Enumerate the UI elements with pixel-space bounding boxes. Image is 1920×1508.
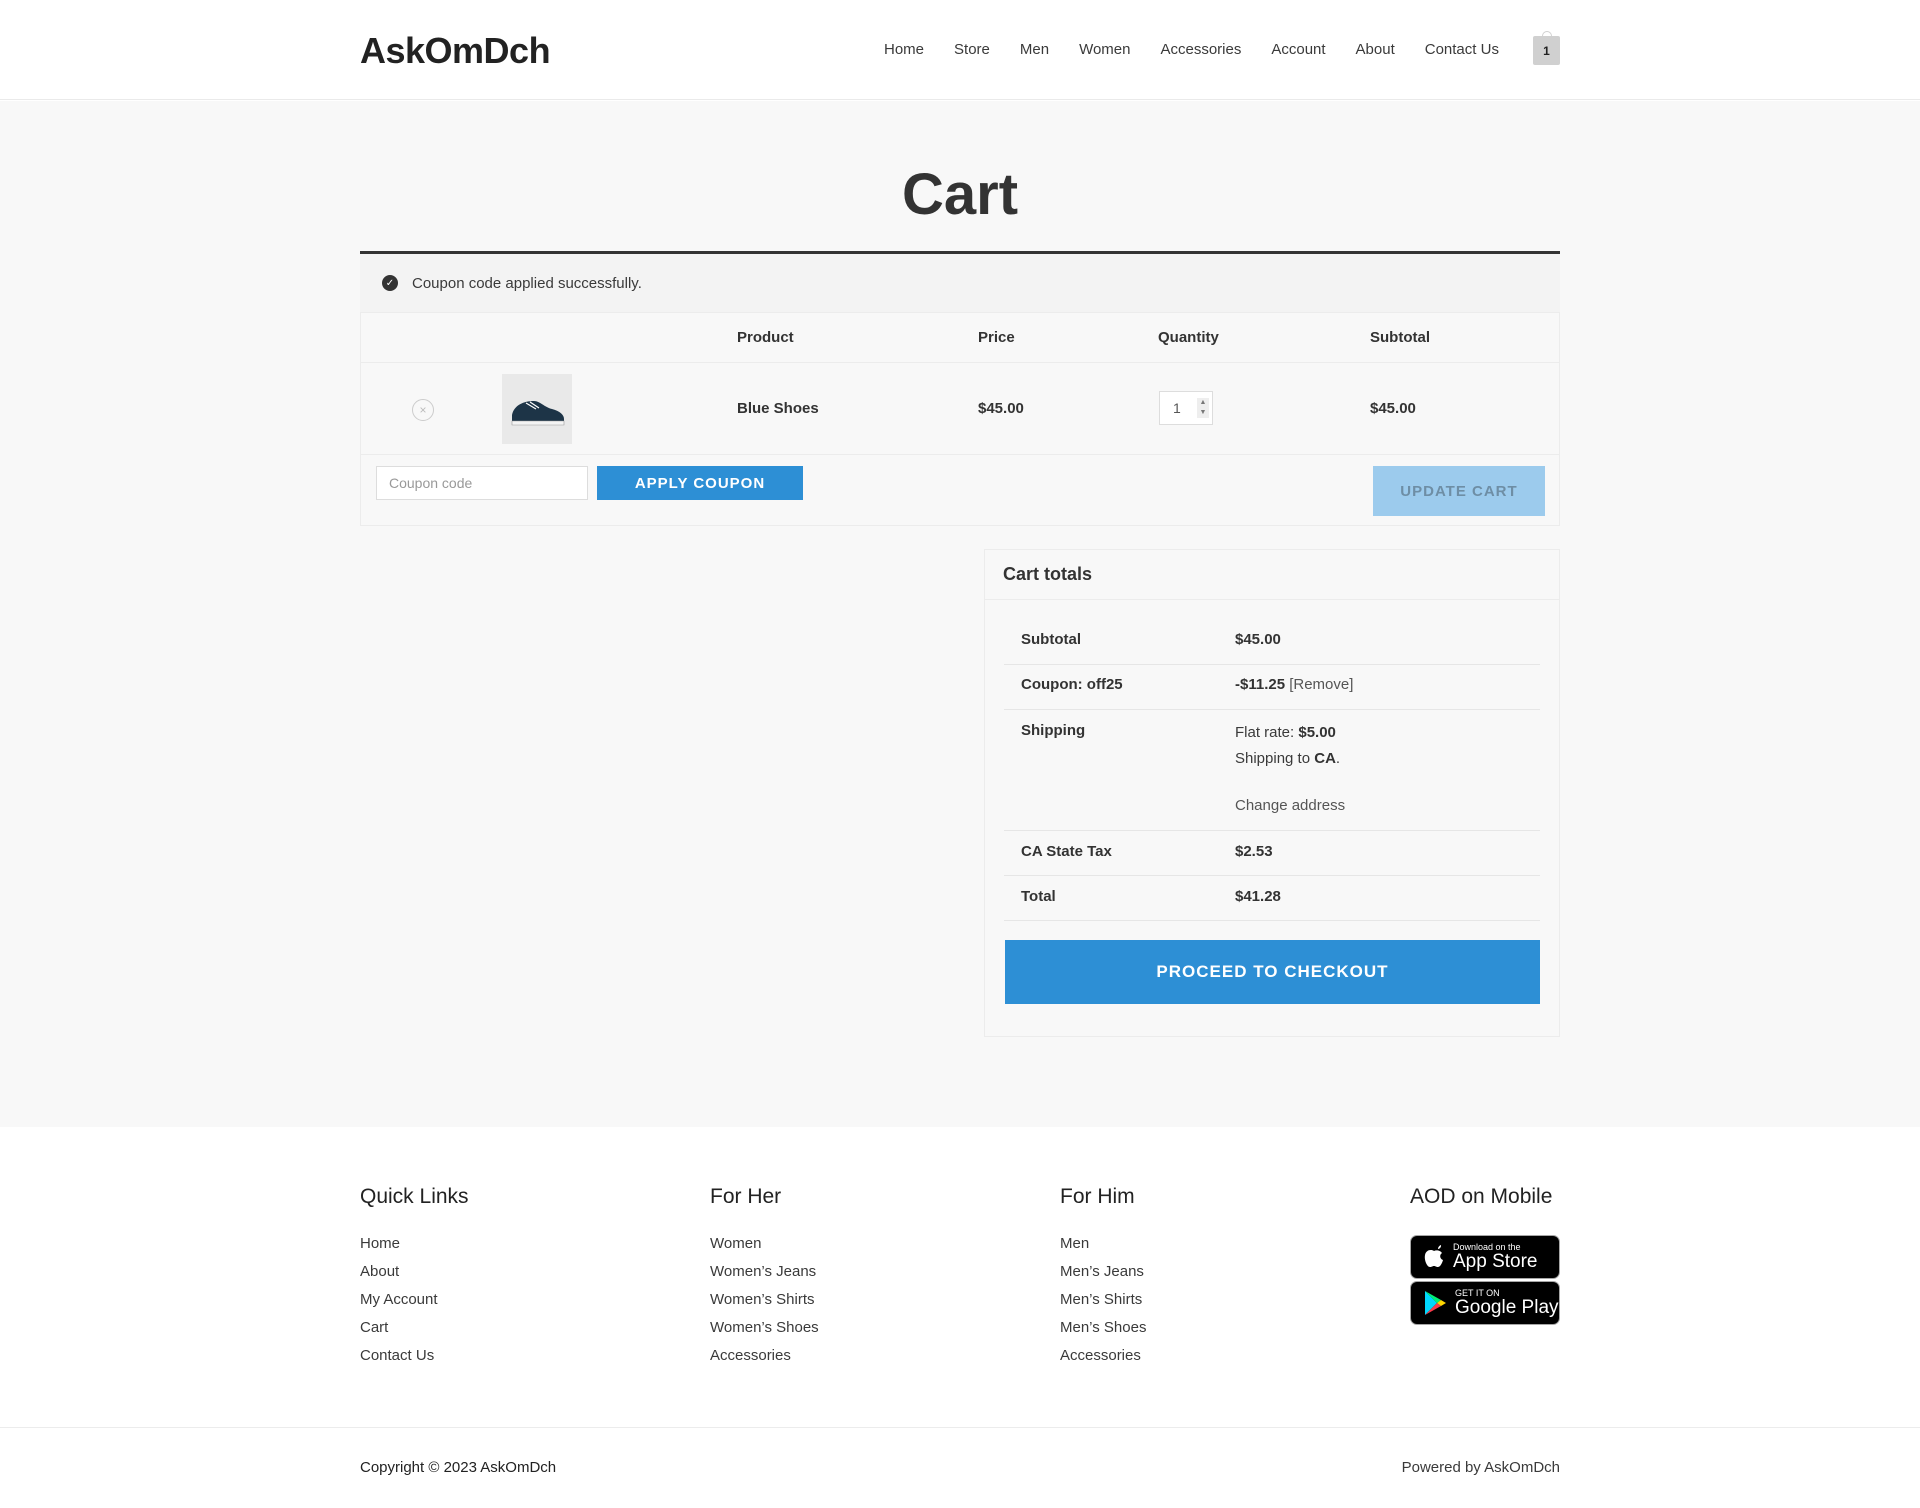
- google-play-large-text: Google Play: [1455, 1297, 1559, 1318]
- footer-for-him: For Him Men Men’s Jeans Men’s Shirts Men…: [1060, 1185, 1146, 1375]
- cart-count-icon[interactable]: 1: [1533, 31, 1560, 65]
- nav-store[interactable]: Store: [954, 41, 990, 58]
- site-header: AskOmDch Home Store Men Women Accessorie…: [0, 0, 1920, 100]
- footer-link[interactable]: Contact Us: [360, 1347, 469, 1375]
- footer-link[interactable]: Home: [360, 1235, 469, 1263]
- footer-link[interactable]: Women: [710, 1235, 819, 1263]
- proceed-to-checkout-button[interactable]: PROCEED TO CHECKOUT: [1005, 940, 1540, 1004]
- cart-totals-heading: Cart totals: [985, 550, 1559, 600]
- update-cart-button[interactable]: UPDATE CART: [1373, 466, 1545, 516]
- coupon-discount-value: -$11.25: [1235, 676, 1286, 693]
- footer-link[interactable]: Cart: [360, 1319, 469, 1347]
- subtotal-value: $45.00: [1235, 631, 1281, 648]
- footer-link[interactable]: Men: [1060, 1235, 1146, 1263]
- tax-value: $2.53: [1235, 843, 1273, 860]
- nav-account[interactable]: Account: [1271, 41, 1325, 58]
- quantity-value[interactable]: 1: [1173, 400, 1181, 416]
- footer-link[interactable]: Accessories: [710, 1347, 819, 1375]
- cart-table: Product Price Quantity Subtotal × Blue S…: [360, 312, 1560, 526]
- totals-subtotal-row: Subtotal $45.00: [1004, 620, 1540, 665]
- footer-link[interactable]: About: [360, 1263, 469, 1291]
- apply-coupon-button[interactable]: APPLY COUPON: [597, 466, 803, 500]
- footer-quick-links: Quick Links Home About My Account Cart C…: [360, 1185, 469, 1375]
- footer-for-her: For Her Women Women’s Jeans Women’s Shir…: [710, 1185, 819, 1375]
- product-price: $45.00: [978, 400, 1024, 417]
- footer-link[interactable]: Women’s Shirts: [710, 1291, 819, 1319]
- coupon-success-notice: ✓ Coupon code applied successfully.: [360, 254, 1560, 312]
- main-content: Cart ✓ Coupon code applied successfully.…: [0, 101, 1920, 1127]
- google-play-icon: [1425, 1291, 1446, 1315]
- footer-link[interactable]: Accessories: [1060, 1347, 1146, 1375]
- app-store-badge[interactable]: Download on the App Store: [1410, 1235, 1560, 1279]
- app-store-large-text: App Store: [1453, 1251, 1538, 1272]
- header-quantity: Quantity: [1158, 329, 1219, 346]
- apple-icon: [1424, 1245, 1443, 1267]
- cart-actions: Coupon code APPLY COUPON UPDATE CART: [361, 455, 1559, 525]
- footer-link[interactable]: Men’s Shoes: [1060, 1319, 1146, 1347]
- copyright-text: Copyright © 2023 AskOmDch: [360, 1459, 557, 1476]
- shipping-rate: Flat rate: $5.00: [1235, 724, 1336, 741]
- nav-men[interactable]: Men: [1020, 41, 1049, 58]
- total-value: $41.28: [1235, 888, 1281, 905]
- google-play-badge[interactable]: GET IT ON Google Play: [1410, 1281, 1560, 1325]
- coupon-code-input[interactable]: Coupon code: [376, 466, 588, 500]
- totals-shipping-row: Shipping Flat rate: $5.00 Shipping to CA…: [1004, 710, 1540, 831]
- shipping-label: Shipping: [1021, 722, 1086, 739]
- cart-totals: Cart totals Subtotal $45.00 Coupon: off2…: [984, 549, 1560, 1037]
- spinner-arrows-icon[interactable]: ▲ ▼: [1197, 398, 1209, 418]
- table-row: × Blue Shoes $45.00 1 ▲ ▼ $45.00: [361, 363, 1559, 455]
- tax-label: CA State Tax: [1021, 843, 1112, 860]
- main-nav: Home Store Men Women Accessories Account…: [884, 41, 1529, 58]
- nav-home[interactable]: Home: [884, 41, 924, 58]
- footer-heading: Quick Links: [360, 1185, 469, 1208]
- cart-table-header: Product Price Quantity Subtotal: [361, 313, 1559, 363]
- product-subtotal: $45.00: [1370, 400, 1416, 417]
- header-subtotal: Subtotal: [1370, 329, 1430, 346]
- change-address-link[interactable]: Change address: [1235, 797, 1345, 814]
- coupon-label: Coupon: off25: [1021, 676, 1123, 693]
- cart-count: 1: [1543, 43, 1550, 58]
- nav-contact-us[interactable]: Contact Us: [1425, 41, 1499, 58]
- nav-accessories[interactable]: Accessories: [1160, 41, 1241, 58]
- product-name[interactable]: Blue Shoes: [737, 400, 819, 417]
- footer-heading: For Her: [710, 1185, 782, 1208]
- subtotal-label: Subtotal: [1021, 631, 1081, 648]
- remove-coupon-link[interactable]: [Remove]: [1289, 676, 1353, 693]
- total-label: Total: [1021, 888, 1056, 905]
- footer-link[interactable]: Men’s Shirts: [1060, 1291, 1146, 1319]
- footer-heading: For Him: [1060, 1185, 1135, 1208]
- check-circle-icon: ✓: [382, 275, 398, 291]
- footer-link[interactable]: Women’s Jeans: [710, 1263, 819, 1291]
- footer-link[interactable]: My Account: [360, 1291, 469, 1319]
- totals-tax-row: CA State Tax $2.53: [1004, 831, 1540, 876]
- site-footer: Quick Links Home About My Account Cart C…: [0, 1127, 1920, 1508]
- shipping-destination: Shipping to CA.: [1235, 750, 1341, 767]
- page-title: Cart: [901, 162, 1019, 227]
- footer-link[interactable]: Women’s Shoes: [710, 1319, 819, 1347]
- header-product: Product: [737, 329, 794, 346]
- powered-by-text: Powered by AskOmDch: [1401, 1459, 1560, 1476]
- header-price: Price: [978, 329, 1015, 346]
- quantity-stepper[interactable]: 1 ▲ ▼: [1159, 391, 1213, 425]
- footer-mobile: AOD on Mobile Download on the App Store …: [1410, 1185, 1560, 1327]
- shipping-rate-value: $5.00: [1298, 724, 1336, 741]
- product-thumbnail[interactable]: [502, 374, 572, 444]
- footer-link[interactable]: Men’s Jeans: [1060, 1263, 1146, 1291]
- totals-total-row: Total $41.28: [1004, 876, 1540, 921]
- notice-text: Coupon code applied successfully.: [412, 274, 642, 292]
- shipping-destination-value: CA: [1314, 750, 1336, 767]
- footer-divider: [0, 1427, 1920, 1428]
- remove-item-icon[interactable]: ×: [412, 399, 434, 421]
- nav-women[interactable]: Women: [1079, 41, 1130, 58]
- totals-coupon-row: Coupon: off25 -$11.25 [Remove]: [1004, 665, 1540, 710]
- site-logo[interactable]: AskOmDch: [360, 30, 551, 72]
- footer-heading: AOD on Mobile: [1410, 1185, 1553, 1208]
- nav-about[interactable]: About: [1356, 41, 1395, 58]
